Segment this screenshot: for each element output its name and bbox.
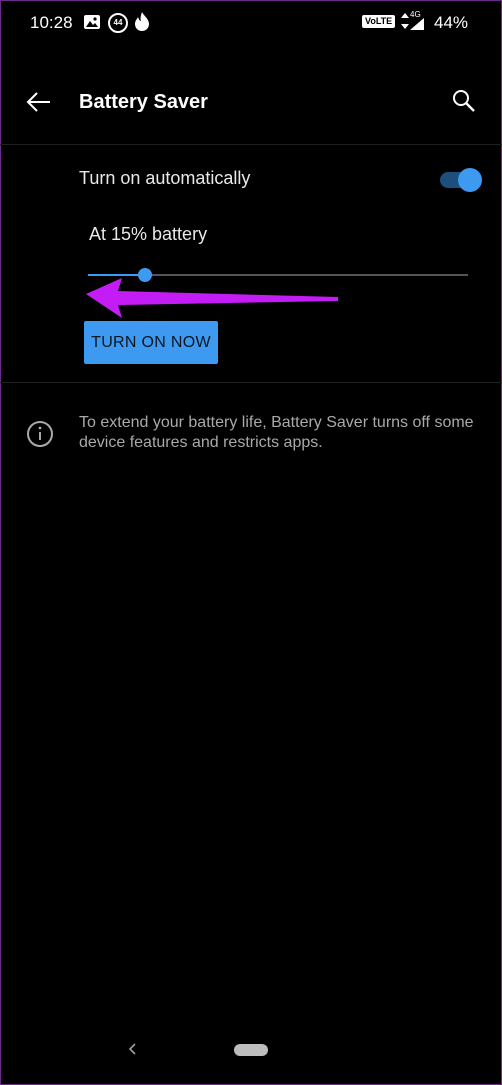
header-divider <box>0 144 502 145</box>
home-pill-icon[interactable] <box>234 1044 268 1056</box>
image-icon <box>84 15 100 29</box>
battery-level-label: At 15% battery <box>89 224 208 244</box>
annotation-arrow-icon <box>86 278 338 318</box>
data-arrows-icon <box>401 13 409 29</box>
section-divider <box>0 382 502 383</box>
chevron-left-icon[interactable] <box>124 1040 142 1058</box>
arrow-left-icon <box>26 92 50 112</box>
turn-on-automatically-row[interactable]: Turn on automatically <box>0 152 502 208</box>
search-icon <box>453 90 475 112</box>
info-icon <box>27 421 53 447</box>
search-button[interactable] <box>446 84 482 120</box>
battery-percent: 44% <box>434 13 469 32</box>
badge-44-icon: 44 <box>108 13 128 33</box>
back-button[interactable] <box>20 84 56 120</box>
info-description: To extend your battery life, Battery Sav… <box>79 414 474 451</box>
volte-icon: VoLTE <box>362 15 396 28</box>
status-bar: 10:28 44 VoLTE 4G 44% <box>0 0 502 46</box>
turn-on-now-button[interactable]: TURN ON NOW <box>84 321 218 364</box>
page-title: Battery Saver <box>79 91 208 113</box>
auto-toggle-switch[interactable] <box>440 168 482 192</box>
app-bar: Battery Saver <box>0 62 502 144</box>
fire-icon <box>135 12 149 31</box>
signal-icon <box>410 18 424 30</box>
turn-on-automatically-label: Turn on automatically <box>79 168 251 188</box>
toggle-thumb <box>458 168 482 192</box>
status-time: 10:28 <box>30 13 73 32</box>
